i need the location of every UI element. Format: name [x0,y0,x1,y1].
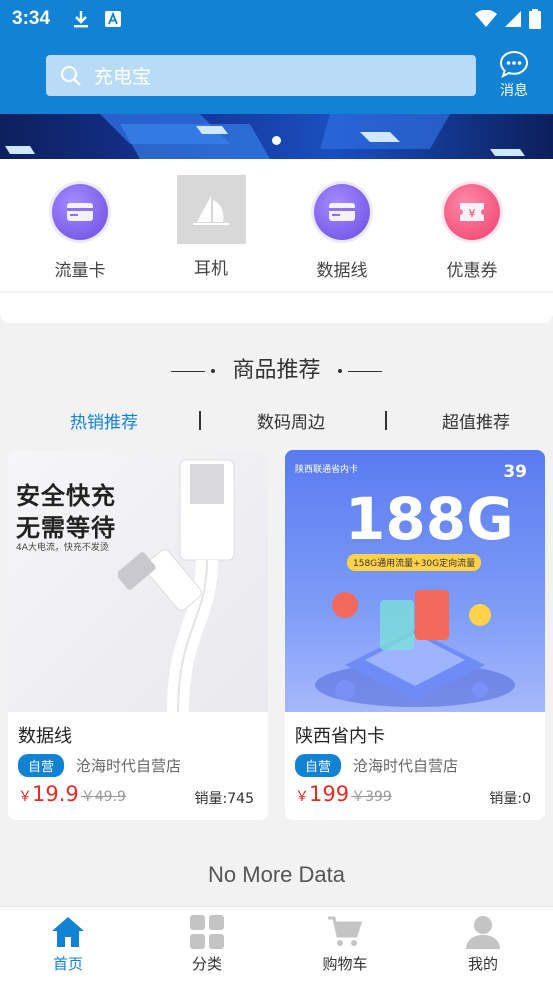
download-icon [74,11,89,28]
sales-count: 销量:0 [489,791,531,807]
category-item-data-cable[interactable]: 数据线 [292,175,392,281]
image-tag: 158G通用流量+30G定向流量 [347,554,482,571]
product-card[interactable]: 安全快充无需等待 4A大电流，快充不发烫 数据线 自营 沧海时代自营店 ￥19.… [8,450,268,820]
coupon-icon: ¥ [444,184,500,240]
battery-icon [529,9,541,29]
phone-platform-graphic [315,590,515,707]
original-price: ￥399 [351,789,392,805]
signal-icon [505,11,521,27]
category-grid: 流量卡 耳机 数据线 ¥ 优惠券 [0,159,553,291]
tabbar-cart[interactable]: 购物车 [300,915,390,974]
tab-hot[interactable]: 热销推荐 [70,408,138,433]
wifi-icon [475,10,497,27]
category-label: 流量卡 [54,261,106,281]
tabbar-label: 购物车 [322,955,368,973]
bottom-tab-bar: 首页 分类 购物车 我的 [0,906,553,984]
search-bar[interactable]: 充电宝 [46,55,476,96]
tabbar-mine[interactable]: 我的 [438,915,528,974]
product-image[interactable]: 陕西联通省内卡 39 188G 158G通用流量+30G定向流量 [285,450,545,712]
category-label: 数据线 [316,261,368,281]
product-price: ￥19.9 ￥49.9 [18,782,126,806]
no-more-data-text: No More Data [208,862,345,887]
messages-label: 消息 [500,83,528,99]
top-header: 充电宝 消息 [0,38,553,114]
product-name: 数据线 [18,726,72,747]
svg-text:¥: ¥ [469,207,476,220]
messages-button[interactable]: 消息 [497,50,531,100]
carousel-indicator[interactable] [272,136,281,145]
product-image[interactable]: 安全快充无需等待 4A大电流，快充不发烫 [8,450,268,712]
tabbar-label: 首页 [52,955,83,973]
image-headline: 安全快充 [16,482,116,510]
section-title: 商品推荐 [0,352,553,384]
banner-carousel[interactable] [0,114,553,159]
category-label: 优惠券 [446,261,498,281]
tab-digital[interactable]: 数码周边 [257,408,325,433]
cart-icon [328,916,363,946]
tabbar-label: 我的 [467,955,498,973]
category-label: 耳机 [194,259,228,279]
shop-name: 沧海时代自营店 [353,757,459,775]
product-price: ￥199 ￥399 [295,782,392,806]
card-icon [314,184,370,240]
chat-bubble-icon [499,50,529,78]
usb-cable-graphic [118,459,235,712]
app-notification-icon [105,11,122,27]
shop-name: 沧海时代自营店 [76,757,182,775]
home-icon [52,917,84,947]
image-price: 39 [503,462,527,482]
card-icon [52,184,108,240]
product-name: 陕西省内卡 [295,726,385,747]
image-headline-2: 无需等待 [16,514,116,542]
tabbar-label: 分类 [191,955,222,973]
category-item-traffic-card[interactable]: 流量卡 [30,175,130,281]
product-card[interactable]: 陕西联通省内卡 39 188G 158G通用流量+30G定向流量 陕西省内卡 自… [285,450,545,820]
tabbar-home[interactable]: 首页 [23,915,113,974]
image-caption: 4A大电流，快充不发烫 [16,543,109,553]
image-placeholder-icon [176,175,246,244]
status-time: 3:34 [12,8,51,29]
image-brand-text: 陕西联通省内卡 [295,465,359,475]
image-headline: 188G [345,485,514,553]
empty-card [0,293,553,323]
grid-icon [190,915,224,949]
section-title-text: 商品推荐 [232,358,321,383]
status-bar: 3:34 [0,0,553,38]
recommend-tabs: 热销推荐 数码周边 超值推荐 [0,408,553,438]
search-placeholder: 充电宝 [94,66,152,88]
self-operated-badge: 自营 [18,754,65,777]
sales-count: 销量:745 [194,791,254,807]
tab-value[interactable]: 超值推荐 [442,408,510,433]
tabbar-category[interactable]: 分类 [162,915,252,974]
user-icon [466,916,500,949]
category-item-coupon[interactable]: ¥ 优惠券 [422,175,522,281]
search-icon [61,65,81,86]
original-price: ￥49.9 [80,789,126,805]
self-operated-badge: 自营 [295,754,342,777]
category-item-earphones[interactable]: 耳机 [161,175,261,279]
